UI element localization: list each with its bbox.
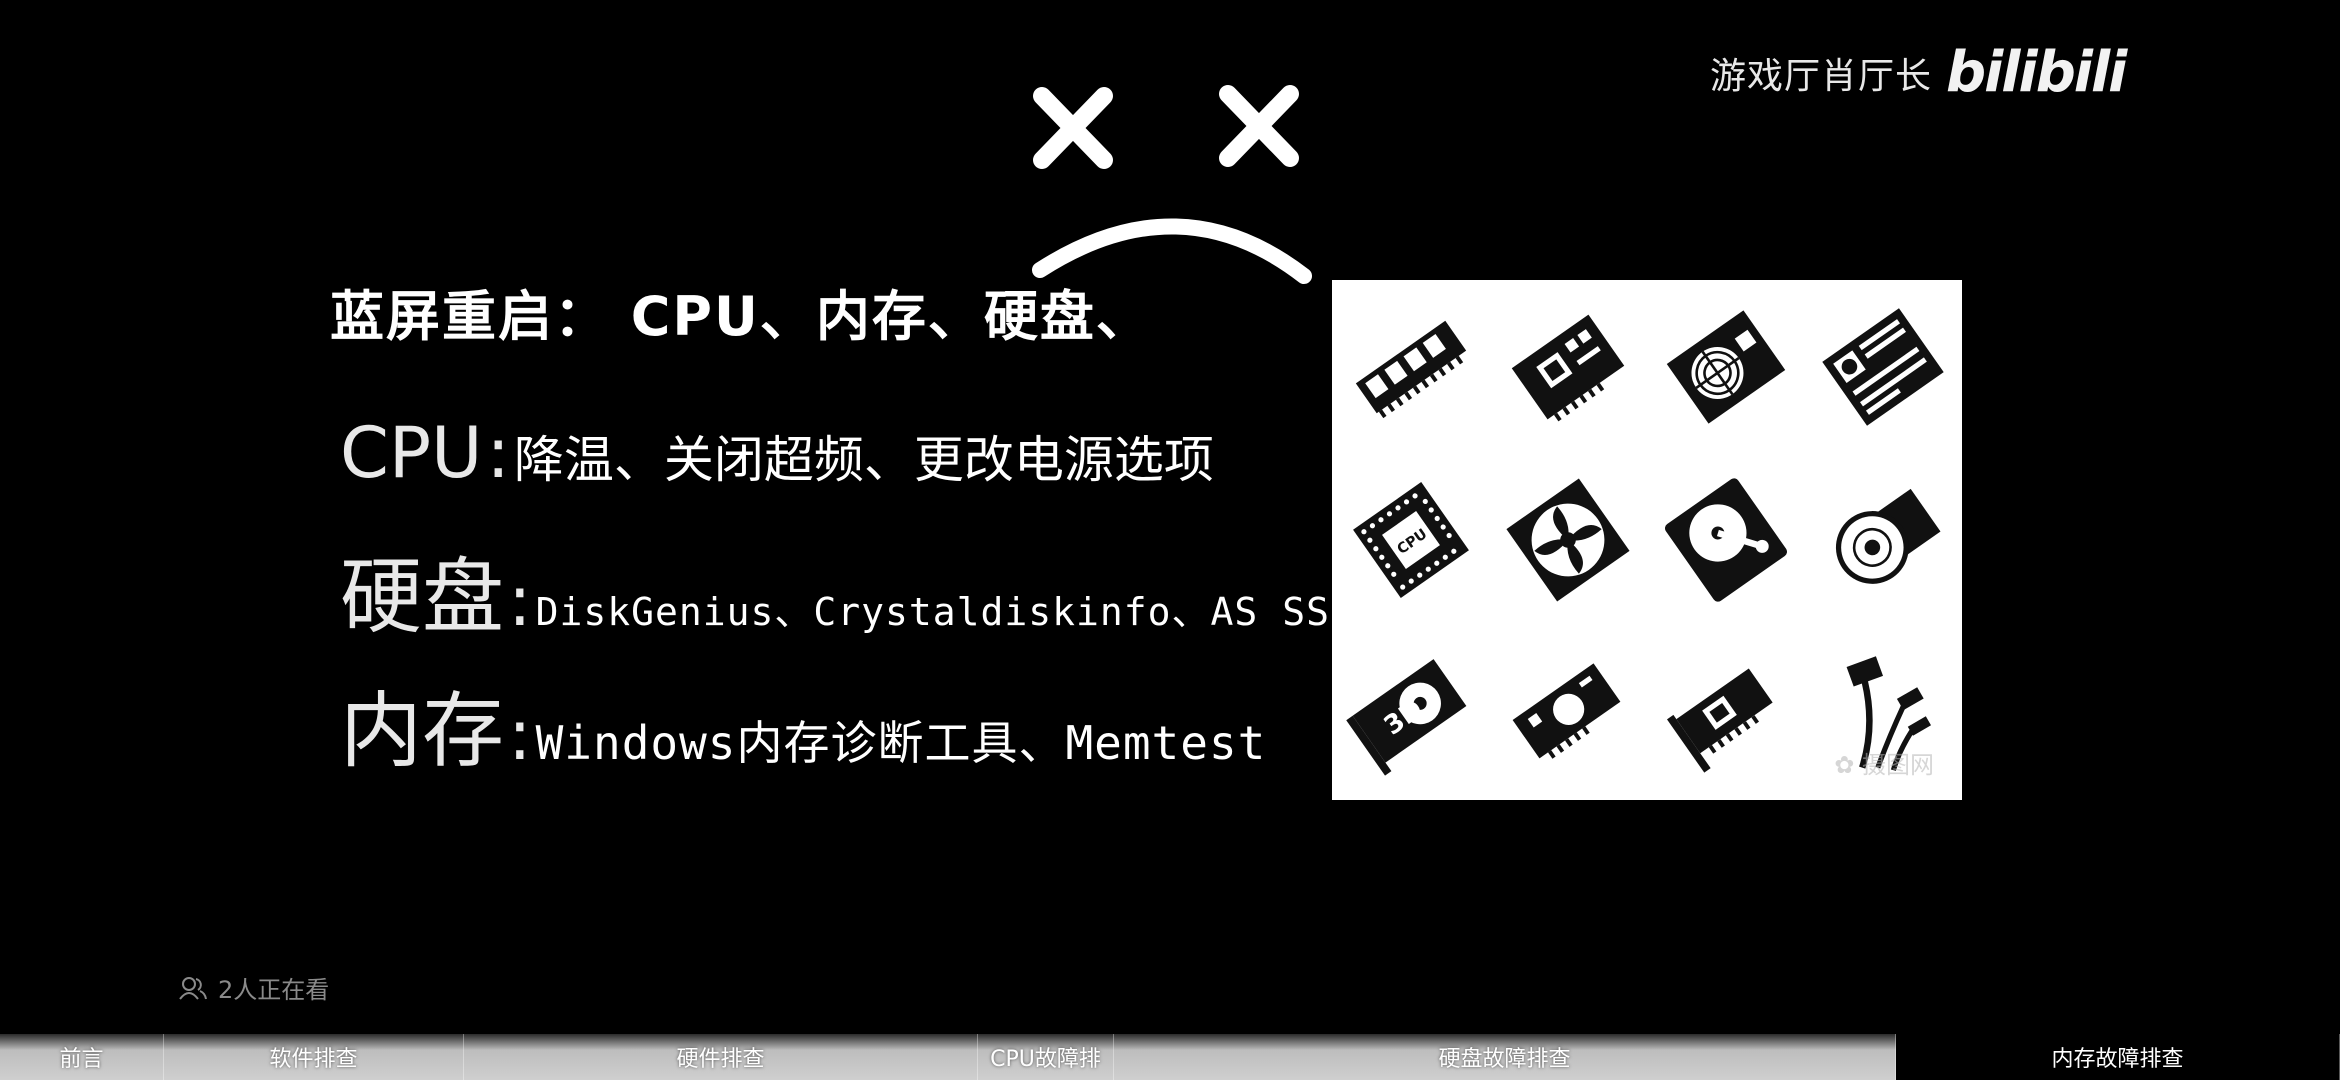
chapter-label: 硬盘故障排查 xyxy=(1438,1047,1571,1072)
motherboard-icon xyxy=(1490,280,1648,453)
viewers-count: 2人正在看 xyxy=(178,970,329,1005)
row-key: 硬盘 xyxy=(340,550,505,645)
row-separator: : xyxy=(508,560,532,642)
chapter-progress-bar[interactable]: 前言 软件排查 硬件排查 CPU故障排 硬盘故障排查 内存故障排查 xyxy=(0,1034,2340,1080)
cpu-row: CPU : 降温、关闭超频、更改电源选项 xyxy=(340,412,1214,494)
slide-title: 蓝屏重启： CPU、内存、硬盘、 xyxy=(330,285,1152,348)
chapter-software[interactable]: 软件排查 xyxy=(164,1034,464,1080)
mainboard-icon xyxy=(1805,280,1963,453)
chapter-label: CPU故障排 xyxy=(990,1047,1101,1072)
chapter-disk[interactable]: 硬盘故障排查 xyxy=(1114,1034,1896,1080)
chapter-hardware[interactable]: 硬件排查 xyxy=(464,1034,978,1080)
row-key: CPU xyxy=(340,412,483,494)
chapter-label: 软件排查 xyxy=(269,1047,358,1072)
chapter-label: 硬件排查 xyxy=(676,1047,765,1072)
chapter-cpu[interactable]: CPU故障排 xyxy=(978,1034,1114,1080)
optical-drive-icon xyxy=(1805,453,1963,626)
chapter-label: 前言 xyxy=(59,1047,104,1072)
memory-row: 内存 : Windows内存诊断工具、Memtest xyxy=(340,664,1266,783)
row-key: 内存 xyxy=(340,684,505,779)
expansion-card-icon xyxy=(1647,627,1805,800)
video-frame[interactable]: 游戏厅肖厅长 bilibili 蓝屏重启： CPU、内存、硬盘、 CPU : 降… xyxy=(0,0,2340,1080)
sad-face-icon xyxy=(1032,85,1312,284)
channel-watermark: 游戏厅肖厅长 bilibili xyxy=(1710,40,2127,105)
row-separator: : xyxy=(486,412,510,494)
viewers-icon xyxy=(179,976,207,1000)
disk-row: 硬盘 : DiskGenius、Crystaldiskinfo、AS SSD xyxy=(340,530,1354,649)
row-value: DiskGenius、Crystaldiskinfo、AS SSD xyxy=(535,590,1354,634)
bilibili-logo: bilibili xyxy=(1946,40,2127,105)
row-value: Windows内存诊断工具、Memtest xyxy=(535,716,1267,770)
chapter-label: 内存故障排查 xyxy=(2051,1047,2184,1072)
cpu-chip-icon: CPU xyxy=(1332,453,1490,626)
video-card-icon xyxy=(1490,627,1648,800)
cooling-fan-icon xyxy=(1490,453,1648,626)
row-value: 降温、关闭超频、更改电源选项 xyxy=(513,431,1214,489)
chapter-memory[interactable]: 内存故障排查 xyxy=(1896,1034,2340,1080)
ram-icon xyxy=(1332,280,1490,453)
hardware-icons-image: CPU 3D ✿ 摄图网 xyxy=(1332,280,1962,800)
hard-drive-icon xyxy=(1647,453,1805,626)
gpu-3d-card-icon: 3D xyxy=(1332,627,1490,800)
image-watermark: ✿ 摄图网 xyxy=(1834,751,1934,779)
viewers-text: 2人正在看 xyxy=(218,976,330,1004)
channel-name: 游戏厅肖厅长 xyxy=(1710,55,1933,97)
chapter-preface[interactable]: 前言 xyxy=(0,1034,164,1080)
psu-icon xyxy=(1647,280,1805,453)
row-separator: : xyxy=(508,694,532,776)
